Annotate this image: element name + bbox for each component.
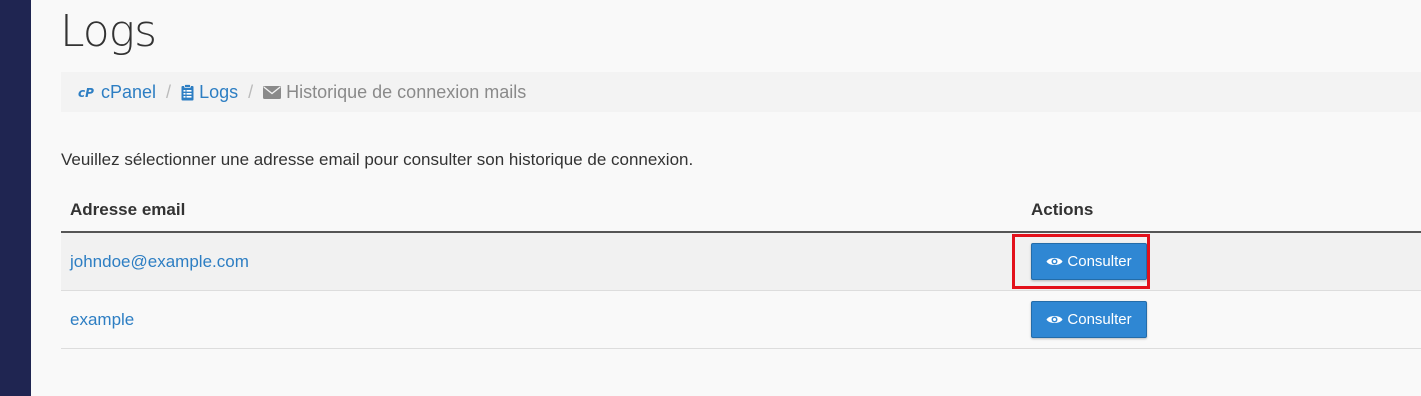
breadcrumb-separator: /	[248, 81, 254, 102]
breadcrumb-item-cpanel[interactable]: cP cPanel	[78, 82, 156, 103]
breadcrumb-separator: /	[166, 81, 172, 102]
breadcrumb-label: Historique de connexion mails	[286, 81, 527, 102]
breadcrumb: cP cPanel / Logs / Historique de connexi…	[61, 72, 1421, 112]
svg-text:cP: cP	[78, 86, 94, 99]
breadcrumb-label: Logs	[199, 81, 239, 102]
clipboard-icon	[181, 83, 194, 101]
button-label: Consulter	[1067, 311, 1132, 328]
consulter-button[interactable]: Consulter	[1031, 301, 1147, 338]
sidebar-strip	[0, 0, 31, 396]
email-cell: example	[61, 290, 1022, 349]
email-link[interactable]: example	[70, 310, 134, 329]
column-header-email: Adresse email	[61, 189, 1022, 233]
intro-text: Veuillez sélectionner une adresse email …	[61, 150, 694, 169]
actions-cell: Consulter	[1022, 290, 1421, 349]
column-header-actions: Actions	[1022, 189, 1421, 233]
button-label: Consulter	[1067, 253, 1132, 270]
breadcrumb-item-current: Historique de connexion mails	[263, 82, 526, 103]
eye-icon	[1046, 256, 1063, 267]
breadcrumb-label: cPanel	[101, 81, 157, 102]
actions-cell: Consulter	[1022, 232, 1421, 291]
table-row: example Consulter	[61, 290, 1421, 349]
page-title: Logs	[60, 6, 157, 57]
consulter-button[interactable]: Consulter	[1031, 243, 1147, 280]
breadcrumb-item-logs[interactable]: Logs	[181, 82, 238, 103]
eye-icon	[1046, 314, 1063, 325]
envelope-icon	[263, 85, 282, 99]
cpanel-logo-icon: cP	[78, 85, 96, 99]
table-row: johndoe@example.com Consulter	[61, 232, 1421, 291]
email-link[interactable]: johndoe@example.com	[70, 252, 249, 271]
email-table: Adresse email Actions johndoe@example.co…	[61, 189, 1421, 349]
email-cell: johndoe@example.com	[61, 232, 1022, 291]
table-header-row: Adresse email Actions	[61, 189, 1421, 233]
